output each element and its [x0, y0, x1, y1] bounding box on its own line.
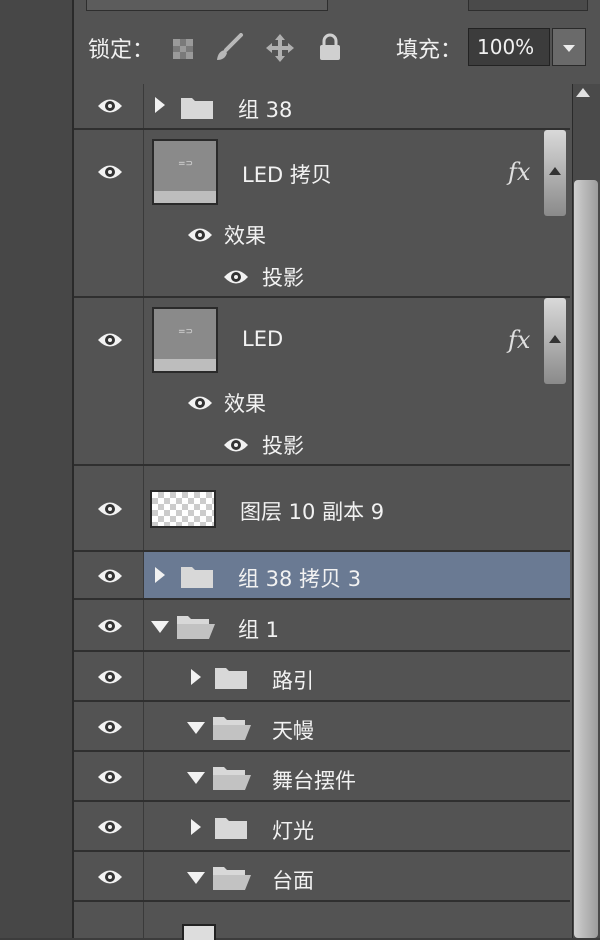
layer-row-stage-props[interactable]: 舞台摆件 — [74, 752, 570, 802]
layer-row-group-1[interactable]: 组 1 — [74, 600, 570, 652]
triangle-right-icon[interactable] — [154, 96, 166, 114]
fill-label: 填充： — [396, 38, 463, 63]
folder-icon — [181, 98, 213, 119]
layer-name: 图层 10 副本 9 — [240, 500, 385, 524]
layer-name: 组 38 — [238, 98, 293, 122]
eye-icon[interactable] — [96, 567, 124, 585]
eye-icon[interactable] — [96, 617, 124, 635]
effects-label: 效果 — [224, 224, 266, 248]
triangle-right-icon[interactable] — [154, 566, 166, 584]
eye-icon[interactable] — [96, 500, 124, 518]
folder-icon — [181, 567, 213, 588]
lock-label: 锁定： — [88, 38, 155, 63]
eye-icon[interactable] — [96, 768, 124, 786]
eye-column — [74, 752, 144, 800]
fx-icon[interactable]: fx — [508, 158, 530, 186]
eye-column — [74, 702, 144, 750]
layer-name: 组 1 — [238, 618, 280, 642]
triangle-down-icon[interactable] — [186, 771, 206, 785]
layer-name: 台面 — [272, 869, 314, 893]
eye-icon[interactable] — [96, 718, 124, 736]
layer-row-led-copy[interactable]: =⊃ LED 拷贝 fx 效果 投影 — [74, 130, 570, 298]
triangle-right-icon[interactable] — [190, 818, 202, 836]
eye-icon[interactable] — [96, 868, 124, 886]
fill-input[interactable]: 100% — [468, 28, 550, 66]
eye-column — [74, 84, 144, 128]
triangle-down-icon[interactable] — [186, 721, 206, 735]
eye-column — [74, 552, 144, 598]
layer-row-tianman[interactable]: 天幔 — [74, 702, 570, 752]
layer-row-group-38[interactable]: 组 38 — [74, 84, 570, 130]
effects-label: 效果 — [224, 392, 266, 416]
eye-column — [74, 852, 144, 900]
lock-all-icon[interactable] — [318, 32, 342, 62]
triangle-down-icon[interactable] — [186, 871, 206, 885]
effect-drop-shadow[interactable]: 投影 — [262, 430, 304, 460]
triangle-right-icon[interactable] — [190, 668, 202, 686]
eye-column — [74, 600, 144, 650]
scroll-up-icon[interactable] — [576, 88, 590, 97]
dropdown-icon — [563, 45, 575, 52]
folder-open-icon — [213, 717, 251, 740]
eye-column — [74, 652, 144, 700]
layer-row-tabletop[interactable]: 台面 — [74, 852, 570, 902]
eye-icon[interactable] — [96, 818, 124, 836]
effects-toggle-button[interactable] — [544, 130, 566, 216]
layer-name: 组 38 拷贝 3 — [238, 567, 362, 591]
folder-icon — [215, 818, 247, 839]
eye-icon[interactable] — [96, 97, 124, 115]
eye-column — [74, 802, 144, 850]
layer-row-layer-10-copy-9[interactable]: 图层 10 副本 9 — [74, 466, 570, 552]
folder-open-icon — [213, 867, 251, 890]
eye-icon[interactable] — [186, 394, 214, 412]
layer-thumbnail: =⊃ — [152, 307, 218, 373]
lock-transparent-icon[interactable] — [172, 38, 194, 60]
layer-name: LED — [242, 327, 284, 351]
eye-icon[interactable] — [222, 268, 250, 286]
eye-icon[interactable] — [186, 226, 214, 244]
folder-open-icon — [213, 767, 251, 790]
layer-name: 路引 — [272, 669, 314, 693]
layer-thumbnail: =⊃ — [152, 139, 218, 205]
eye-column — [74, 298, 144, 464]
eye-icon[interactable] — [222, 436, 250, 454]
fx-icon[interactable]: fx — [508, 326, 530, 354]
triangle-down-icon[interactable] — [150, 620, 170, 634]
fill-dropdown-button[interactable] — [552, 28, 586, 66]
effects-toggle-button[interactable] — [544, 298, 566, 384]
layer-name: 舞台摆件 — [272, 769, 356, 793]
layer-thumbnail — [150, 490, 216, 528]
eye-icon[interactable] — [96, 331, 124, 349]
left-dock — [0, 0, 72, 938]
layer-name: 天幔 — [272, 719, 314, 743]
layer-row-partial[interactable] — [74, 902, 570, 940]
eye-icon[interactable] — [96, 668, 124, 686]
eye-icon[interactable] — [96, 163, 124, 181]
opacity-field[interactable] — [468, 0, 588, 11]
triangle-up-icon — [549, 167, 561, 175]
eye-column — [74, 466, 144, 550]
scrollbar-thumb[interactable] — [574, 180, 598, 938]
triangle-up-icon — [549, 335, 561, 343]
folder-open-icon — [177, 616, 215, 639]
lock-move-icon[interactable] — [264, 32, 296, 64]
effect-drop-shadow[interactable]: 投影 — [262, 262, 304, 292]
layer-row-group-38-copy-3[interactable]: 组 38 拷贝 3 — [74, 552, 570, 600]
layer-row-lights[interactable]: 灯光 — [74, 802, 570, 852]
lock-brush-icon[interactable] — [214, 33, 244, 63]
folder-icon — [215, 668, 247, 689]
layer-row-luyin[interactable]: 路引 — [74, 652, 570, 702]
layers-panel: 锁定： 填充： 100% 组 38 =⊃ LED 拷贝 fx 效果 投影 =⊃ … — [0, 0, 600, 940]
layer-name: LED 拷贝 — [242, 163, 332, 187]
blend-mode-select[interactable] — [86, 0, 328, 11]
eye-column — [74, 130, 144, 296]
layer-row-led[interactable]: =⊃ LED fx 效果 投影 — [74, 298, 570, 466]
layer-name: 灯光 — [272, 819, 314, 843]
eye-column — [74, 902, 144, 938]
